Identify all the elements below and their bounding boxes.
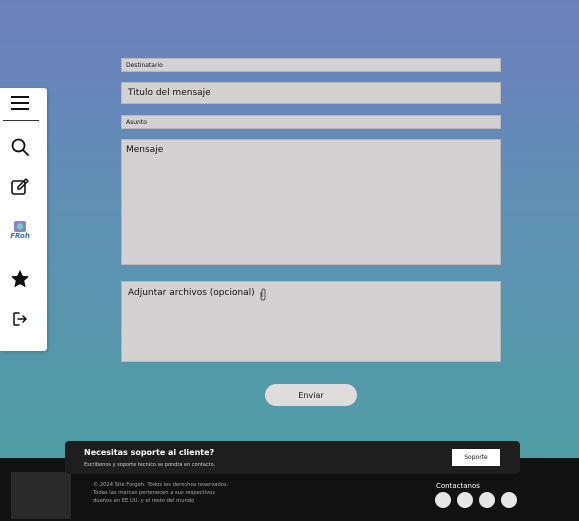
- social-icon[interactable]: [501, 492, 517, 508]
- message-placeholder: Mensaje: [126, 145, 164, 155]
- attachment-label: Adjuntar archivos (opcional): [128, 288, 255, 298]
- social-icon[interactable]: [457, 492, 473, 508]
- support-subtitle: Escribenos y soporte tecnico se pondra e…: [84, 462, 216, 468]
- sidebar-divider: [3, 120, 39, 121]
- star-icon: [11, 270, 29, 287]
- support-button[interactable]: Soporte: [452, 449, 500, 466]
- compose-button[interactable]: [0, 173, 40, 201]
- edit-icon: [11, 178, 29, 195]
- recipient-label: Destinatario: [126, 62, 163, 69]
- subject-label: Asunto: [126, 119, 147, 126]
- title-field[interactable]: Titulo del mensaje: [121, 82, 501, 104]
- logout-icon: [13, 312, 27, 326]
- support-title: Necesitas soporte al cliente?: [84, 448, 215, 457]
- sidebar: FRoh: [0, 88, 47, 351]
- logo-button[interactable]: FRoh: [0, 216, 40, 244]
- contact-label: Contactanos: [436, 482, 480, 490]
- search-icon: [11, 138, 29, 156]
- footer-logo: [11, 472, 71, 519]
- copyright-text: © 2024 Site Forgeh. Todos los derechos r…: [93, 482, 229, 504]
- favorites-button[interactable]: [0, 265, 40, 293]
- search-button[interactable]: [0, 133, 40, 161]
- frog-logo-icon: [14, 220, 26, 232]
- logout-button[interactable]: [0, 305, 40, 333]
- message-field[interactable]: Mensaje: [121, 139, 501, 265]
- paperclip-icon[interactable]: [259, 288, 267, 301]
- send-button[interactable]: Enviar: [265, 384, 357, 406]
- title-placeholder: Titulo del mensaje: [128, 88, 211, 98]
- logo-text: FRoh: [10, 231, 30, 240]
- menu-icon: [11, 96, 29, 110]
- social-icon[interactable]: [435, 492, 451, 508]
- subject-field[interactable]: Asunto: [121, 115, 501, 129]
- attachment-field[interactable]: Adjuntar archivos (opcional): [121, 281, 501, 362]
- recipient-field[interactable]: Destinatario: [121, 58, 501, 72]
- social-icon[interactable]: [479, 492, 495, 508]
- support-banner: Necesitas soporte al cliente? Escribenos…: [65, 441, 520, 474]
- social-links: [435, 492, 517, 508]
- menu-button[interactable]: [0, 89, 40, 117]
